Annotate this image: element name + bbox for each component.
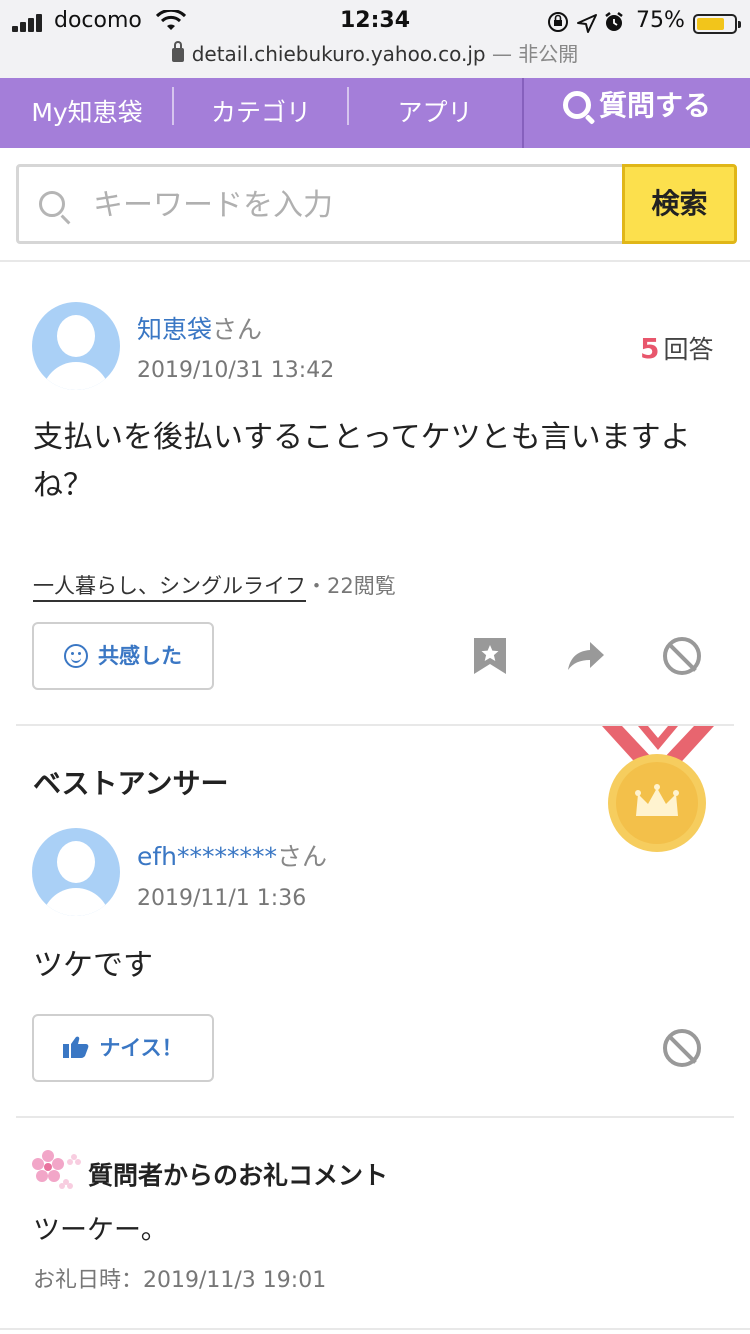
status-bar: docomo 12:34 75% detail.chiebukuro.yahoo… <box>0 0 750 78</box>
nice-button[interactable]: ナイス！ <box>32 1014 214 1082</box>
battery-percent: 75% <box>636 8 685 33</box>
lock-icon <box>171 41 184 62</box>
divider <box>0 1328 750 1330</box>
thanks-text: ツーケー。 <box>33 1215 168 1246</box>
search-box: 検索 <box>16 164 737 244</box>
category-link[interactable]: 一人暮らし、シングルライフ <box>33 574 306 602</box>
honorific: さん <box>212 315 263 344</box>
thanks-heading: 質問者からのお礼コメント <box>88 1161 389 1190</box>
search-input[interactable] <box>93 177 613 233</box>
answer-count-label: 回答 <box>663 335 714 364</box>
answer-count-number: 5 <box>640 332 660 365</box>
empathy-button[interactable]: 共感した <box>32 622 214 690</box>
share-icon[interactable] <box>566 640 606 672</box>
url-text: detail.chiebukuro.yahoo.co.jp <box>191 42 486 66</box>
answer-count: 5 回答 <box>640 330 714 366</box>
questioner-username[interactable]: 知恵袋 <box>137 315 212 344</box>
thumbs-up-icon <box>63 1036 89 1058</box>
nav-app[interactable]: アプリ <box>349 78 521 148</box>
report-icon[interactable] <box>663 637 701 675</box>
questioner-name[interactable]: 知恵袋さん <box>137 310 262 346</box>
search-button[interactable]: 検索 <box>622 164 737 244</box>
alarm-icon <box>605 12 623 31</box>
answerer-name[interactable]: efh********さん <box>137 837 327 873</box>
search-icon <box>562 91 591 119</box>
url-bar[interactable]: detail.chiebukuro.yahoo.co.jp — 非公開 <box>0 38 750 70</box>
smile-icon <box>64 644 88 668</box>
question-text: 支払いを後払いすることってケツとも言いますよね？ <box>33 420 691 503</box>
nav-my-chiebukuro[interactable]: My知恵袋 <box>0 78 174 148</box>
search-icon <box>39 191 65 217</box>
honorific: さん <box>277 842 328 871</box>
location-icon <box>577 14 597 33</box>
question-date: 2019/10/31 13:42 <box>137 358 335 383</box>
top-nav: My知恵袋 カテゴリ アプリ 質問する <box>0 78 750 148</box>
view-count: ・22閲覧 <box>306 574 396 598</box>
ask-question-label: 質問する <box>598 89 711 122</box>
nav-category[interactable]: カテゴリ <box>174 78 348 148</box>
answer-text: ツケです <box>33 948 153 983</box>
ask-question-button[interactable]: 質問する <box>522 78 750 148</box>
status-icons <box>548 12 623 33</box>
answer-date: 2019/11/1 1:36 <box>137 886 307 911</box>
empathy-label: 共感した <box>98 644 182 668</box>
best-answer-heading: ベストアンサー <box>33 767 229 800</box>
report-icon[interactable] <box>663 1029 701 1067</box>
divider <box>16 1116 734 1118</box>
battery-icon <box>693 14 741 34</box>
nice-label: ナイス！ <box>99 1036 183 1060</box>
answerer-username[interactable]: efh******** <box>137 842 277 871</box>
bookmark-icon[interactable] <box>472 636 508 676</box>
avatar[interactable] <box>32 302 120 390</box>
sakura-icon <box>32 1150 81 1189</box>
private-label: — 非公開 <box>491 42 579 66</box>
avatar[interactable] <box>32 828 120 916</box>
divider <box>0 260 750 262</box>
question-meta: 一人暮らし、シングルライフ・22閲覧 <box>33 570 396 602</box>
thanks-date: お礼日時：2019/11/3 19:01 <box>33 1268 327 1293</box>
medal-icon <box>602 726 714 852</box>
rotation-lock-icon <box>548 12 568 32</box>
